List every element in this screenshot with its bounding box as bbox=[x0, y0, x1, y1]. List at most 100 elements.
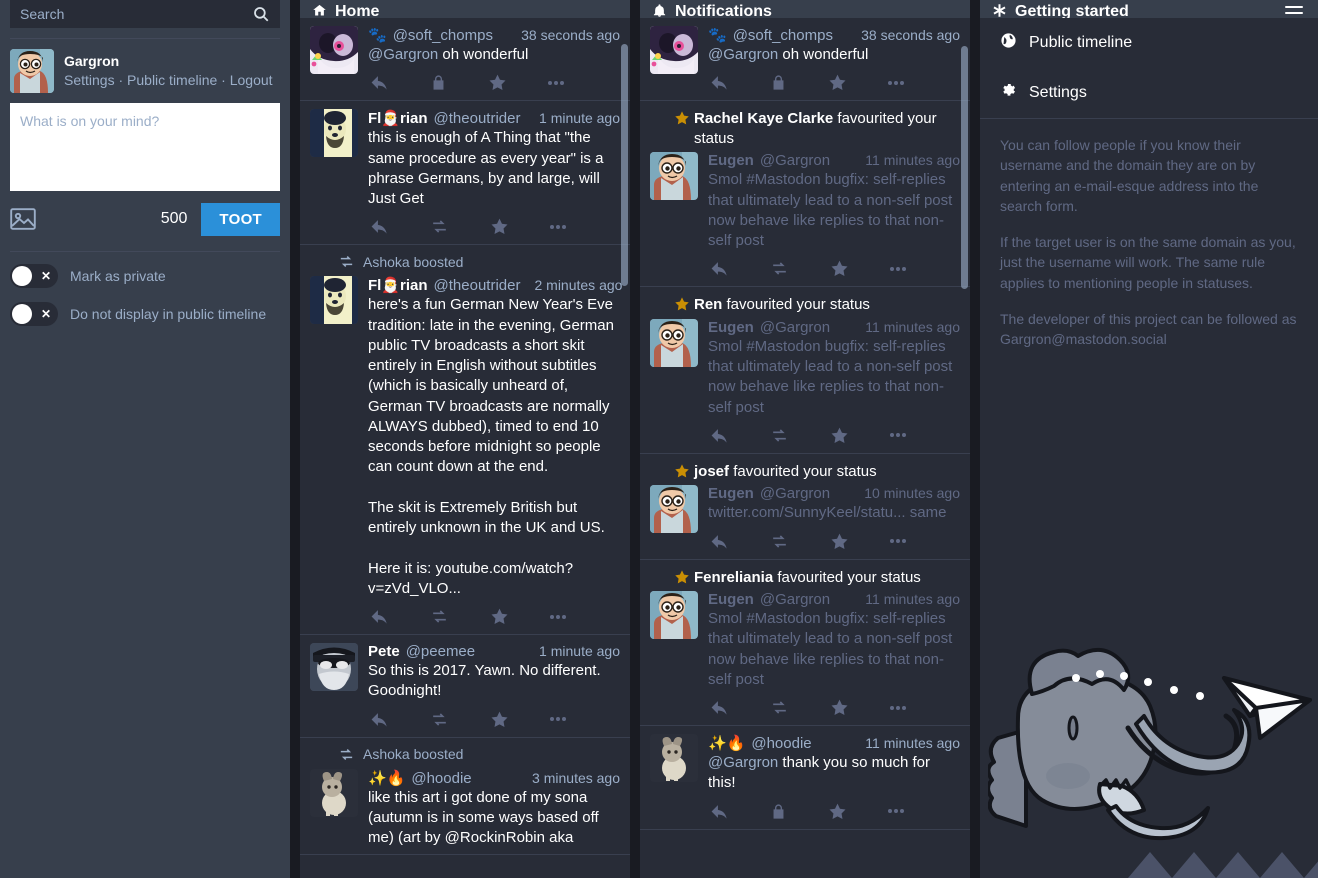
account-handle[interactable]: @soft_chomps bbox=[733, 27, 833, 44]
menu-item-public-timeline[interactable]: Public timeline bbox=[980, 18, 1318, 68]
notification-actor[interactable]: Ren bbox=[694, 296, 722, 313]
status-item[interactable]: Fl🎅rian @theoutrider 1 minute ago this i… bbox=[300, 101, 630, 246]
reply-icon[interactable] bbox=[710, 802, 729, 821]
avatar[interactable] bbox=[310, 26, 358, 74]
reply-icon[interactable] bbox=[370, 607, 389, 626]
account-handle[interactable]: @Gargron bbox=[760, 591, 830, 608]
notification-actor[interactable]: Fenreliania bbox=[694, 569, 773, 586]
avatar[interactable] bbox=[310, 109, 358, 158]
star-icon[interactable] bbox=[828, 73, 847, 92]
lock-icon[interactable] bbox=[770, 803, 787, 820]
star-icon[interactable] bbox=[830, 426, 849, 445]
more-icon[interactable] bbox=[888, 80, 904, 85]
avatar[interactable] bbox=[310, 768, 358, 817]
search-icon[interactable] bbox=[252, 5, 270, 23]
reply-icon[interactable] bbox=[370, 73, 389, 92]
search-field-wrapper[interactable] bbox=[10, 0, 280, 28]
mention-link[interactable]: @Gargron bbox=[708, 754, 778, 771]
boost-icon[interactable] bbox=[770, 259, 789, 278]
account-handle[interactable]: @hoodie bbox=[411, 770, 471, 787]
avatar[interactable] bbox=[310, 276, 358, 325]
scrollbar-thumb-home[interactable] bbox=[621, 44, 628, 286]
account-links[interactable]: Settings · Public timeline · Logout bbox=[64, 72, 273, 90]
toggle-switch[interactable]: ✕ bbox=[10, 264, 58, 288]
menu-item-settings[interactable]: Settings bbox=[980, 68, 1318, 118]
scrollbar-thumb-notifications[interactable] bbox=[961, 46, 968, 289]
boost-icon[interactable] bbox=[770, 532, 789, 551]
avatar[interactable] bbox=[650, 485, 698, 534]
home-timeline-scroll[interactable]: 🐾 @soft_chomps 38 seconds ago @Gargron o… bbox=[300, 18, 630, 878]
status-item[interactable]: 🐾 @soft_chomps 38 seconds ago @Gargron o… bbox=[300, 18, 630, 102]
avatar[interactable] bbox=[650, 26, 698, 74]
notification-item[interactable]: ✨🔥 @hoodie 11 minutes ago @Gargron thank… bbox=[640, 726, 970, 830]
account-handle[interactable]: @Gargron bbox=[760, 152, 830, 169]
star-icon[interactable] bbox=[490, 710, 509, 729]
reply-icon[interactable] bbox=[710, 532, 729, 551]
avatar[interactable] bbox=[650, 734, 698, 782]
reply-icon[interactable] bbox=[370, 217, 389, 236]
more-icon[interactable] bbox=[550, 717, 566, 721]
account-handle[interactable]: @Gargron bbox=[760, 319, 830, 336]
notification-actor[interactable]: Rachel Kaye Clarke bbox=[694, 110, 833, 127]
column-header-getting-started[interactable]: Getting started bbox=[980, 0, 1318, 18]
boost-icon[interactable] bbox=[770, 426, 789, 445]
more-icon[interactable] bbox=[890, 266, 906, 271]
avatar[interactable] bbox=[10, 49, 54, 93]
account-handle[interactable]: @hoodie bbox=[751, 735, 811, 752]
toggle-switch[interactable]: ✕ bbox=[10, 302, 58, 326]
notification-actor[interactable]: josef bbox=[694, 463, 729, 480]
notification-item[interactable]: josef favourited your status Eugen @Garg… bbox=[640, 454, 970, 560]
lock-icon[interactable] bbox=[770, 74, 787, 91]
more-icon[interactable] bbox=[548, 80, 564, 85]
more-icon[interactable] bbox=[550, 614, 566, 619]
account-handle[interactable]: @peemee bbox=[406, 643, 475, 660]
avatar[interactable] bbox=[310, 643, 358, 691]
toggle-do-not-display-public[interactable]: ✕ Do not display in public timeline bbox=[10, 302, 280, 326]
reply-icon[interactable] bbox=[710, 259, 729, 278]
boost-icon[interactable] bbox=[430, 607, 449, 626]
notification-item[interactable]: 🐾 @soft_chomps 38 seconds ago @Gargron o… bbox=[640, 18, 970, 102]
more-icon[interactable] bbox=[888, 809, 904, 813]
notification-item[interactable]: Fenreliania favourited your status Eugen… bbox=[640, 560, 970, 726]
compose-textarea[interactable] bbox=[10, 103, 280, 191]
status-item[interactable]: Ashoka boosted bbox=[300, 245, 630, 635]
column-header-notifications[interactable]: Notifications bbox=[640, 0, 970, 18]
reply-icon[interactable] bbox=[710, 426, 729, 445]
star-icon[interactable] bbox=[490, 217, 509, 236]
more-icon[interactable] bbox=[890, 705, 906, 710]
more-icon[interactable] bbox=[550, 224, 566, 229]
search-input[interactable] bbox=[10, 0, 280, 28]
notifications-scroll[interactable]: 🐾 @soft_chomps 38 seconds ago @Gargron o… bbox=[640, 18, 970, 878]
account-handle[interactable]: @Gargron bbox=[760, 485, 830, 502]
more-icon[interactable] bbox=[890, 539, 906, 543]
boost-icon[interactable] bbox=[430, 710, 449, 729]
account-handle[interactable]: @theoutrider bbox=[434, 110, 521, 127]
star-icon[interactable] bbox=[830, 259, 849, 278]
star-icon[interactable] bbox=[490, 607, 509, 626]
reply-icon[interactable] bbox=[370, 710, 389, 729]
avatar[interactable] bbox=[650, 318, 698, 367]
more-icon[interactable] bbox=[890, 433, 906, 438]
reply-icon[interactable] bbox=[710, 73, 729, 92]
star-icon[interactable] bbox=[830, 698, 849, 717]
status-item[interactable]: Ashoka boosted bbox=[300, 738, 630, 856]
account-handle[interactable]: @theoutrider bbox=[434, 277, 521, 294]
reply-icon[interactable] bbox=[710, 698, 729, 717]
avatar[interactable] bbox=[650, 152, 698, 201]
avatar[interactable] bbox=[650, 591, 698, 639]
star-icon[interactable] bbox=[830, 532, 849, 551]
mention-link[interactable]: @Gargron bbox=[708, 46, 778, 63]
toot-button[interactable]: TOOT bbox=[201, 202, 280, 236]
status-item[interactable]: Pete @peemee 1 minute ago So this is 201… bbox=[300, 635, 630, 738]
lock-icon[interactable] bbox=[430, 74, 447, 91]
boost-icon[interactable] bbox=[770, 698, 789, 717]
star-icon[interactable] bbox=[488, 73, 507, 92]
star-icon[interactable] bbox=[828, 802, 847, 821]
account-handle[interactable]: @soft_chomps bbox=[393, 27, 493, 44]
column-header-home[interactable]: Home bbox=[300, 0, 630, 18]
image-upload-icon[interactable] bbox=[10, 208, 36, 230]
hamburger-icon[interactable] bbox=[1285, 6, 1303, 18]
toggle-mark-as-private[interactable]: ✕ Mark as private bbox=[10, 264, 280, 288]
notification-item[interactable]: Ren favourited your status Eugen @Gargro… bbox=[640, 287, 970, 454]
notification-item[interactable]: Rachel Kaye Clarke favourited your statu… bbox=[640, 101, 970, 288]
